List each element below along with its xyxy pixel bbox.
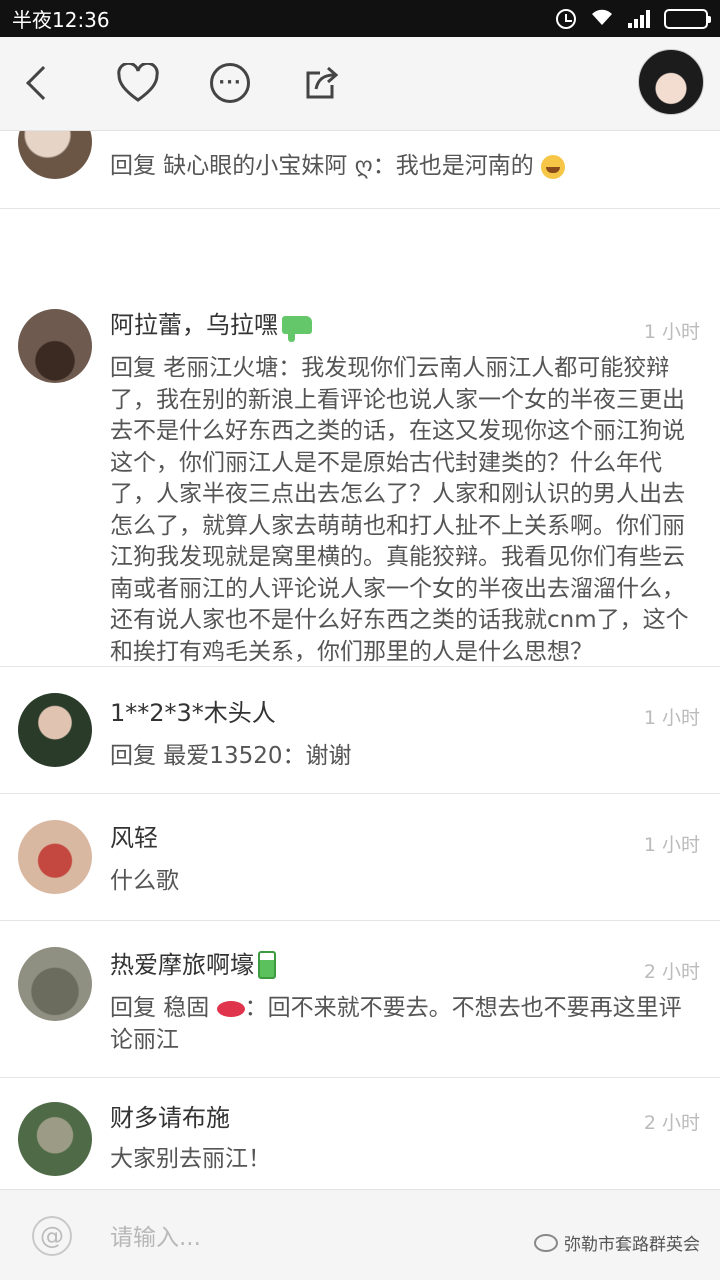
back-icon[interactable] — [12, 57, 64, 109]
comment-list: 回复 缺心眼的小宝妹阿 ღ：我也是河南的 阿拉蕾，乌拉嘿 1 小时 回复 老丽江… — [0, 131, 720, 1189]
battery-icon — [664, 8, 711, 29]
battery-emoji-icon — [258, 951, 276, 979]
share-icon[interactable] — [296, 57, 348, 109]
comment-time: 1 小时 — [643, 321, 700, 343]
user-avatar[interactable] — [638, 49, 704, 115]
avatar[interactable] — [18, 820, 92, 894]
comment-item[interactable]: 1**2*3*木头人 1 小时 回复 最爱13520：谢谢 — [0, 667, 720, 794]
comment-text: 什么歌 — [110, 868, 179, 894]
comment-author[interactable]: 风轻 — [110, 822, 158, 854]
comment-text: 回复 老丽江火塘：我发现你们云南人丽江人都可能狡辩了，我在别的新浪上看评论也说人… — [110, 355, 689, 665]
comment-time: 1 小时 — [643, 707, 700, 729]
at-mention-icon[interactable]: @ — [32, 1216, 72, 1256]
comment-item[interactable]: 热爱摩旅啊壕 2 小时 回复 稳固 ：回不来就不要去。不想去也不要再这里评论丽江 — [0, 921, 720, 1078]
status-bar: 半夜12:36 — [0, 0, 720, 37]
more-icon[interactable]: ··· — [204, 57, 256, 109]
wechat-icon — [534, 1233, 558, 1252]
wifi-icon — [590, 8, 614, 29]
comment-time: 2 小时 — [643, 1112, 700, 1134]
signal-icon — [628, 9, 650, 28]
comment-author[interactable]: 财多请布施 — [110, 1102, 230, 1134]
comment-text: 回复 稳固 ：回不来就不要去。不想去也不要再这里评论丽江 — [110, 995, 682, 1053]
lips-emoji-icon — [216, 1000, 245, 1017]
water-gun-emoji-icon — [282, 316, 312, 342]
avatar[interactable] — [18, 1102, 92, 1176]
comment-input[interactable] — [110, 1220, 510, 1256]
comment-item[interactable]: 阿拉蕾，乌拉嘿 1 小时 回复 老丽江火塘：我发现你们云南人丽江人都可能狡辩了，… — [0, 209, 720, 667]
comment-author[interactable]: 1**2*3*木头人 — [110, 697, 276, 729]
comment-item[interactable]: 风轻 1 小时 什么歌 — [0, 794, 720, 921]
comment-text: 回复 最爱13520：谢谢 — [110, 743, 352, 769]
avatar[interactable] — [18, 693, 92, 767]
avatar[interactable] — [18, 309, 92, 383]
comment-time: 1 小时 — [643, 834, 700, 856]
status-icons — [556, 8, 711, 29]
toolbar: ··· — [0, 37, 720, 131]
comment-item[interactable]: 回复 缺心眼的小宝妹阿 ღ：我也是河南的 — [0, 131, 720, 209]
comment-input-bar: @ 弥勒市套路群英会 — [0, 1189, 720, 1280]
comment-author[interactable]: 热爱摩旅啊壕 — [110, 949, 276, 981]
comment-author[interactable]: 阿拉蕾，乌拉嘿 — [110, 309, 312, 342]
comment-text: 回复 缺心眼的小宝妹阿 ღ：我也是河南的 — [110, 151, 566, 183]
avatar[interactable] — [18, 131, 92, 179]
avatar[interactable] — [18, 947, 92, 1021]
heart-icon[interactable] — [112, 57, 164, 109]
watermark: 弥勒市套路群英会 — [534, 1230, 700, 1255]
comment-item[interactable]: 财多请布施 2 小时 大家别去丽江！ — [0, 1078, 720, 1189]
comment-text: 大家别去丽江！ — [110, 1146, 271, 1172]
laugh-emoji-icon — [541, 154, 566, 179]
status-time: 半夜12:36 — [12, 8, 110, 32]
alarm-icon — [556, 8, 576, 29]
comment-time: 2 小时 — [643, 961, 700, 983]
